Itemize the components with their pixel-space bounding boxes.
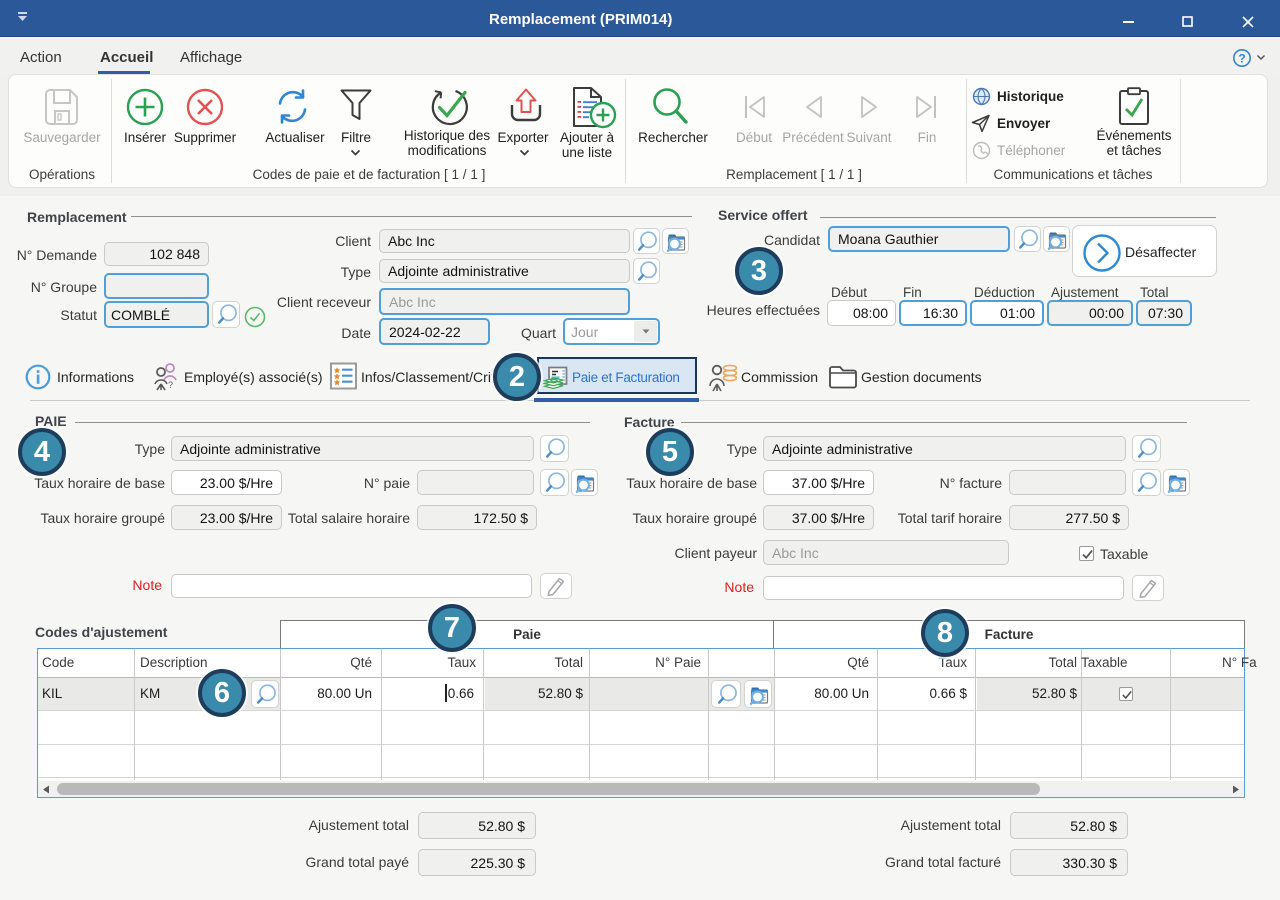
svg-text:?: ? xyxy=(168,380,173,390)
svg-text:?: ? xyxy=(1238,52,1245,66)
